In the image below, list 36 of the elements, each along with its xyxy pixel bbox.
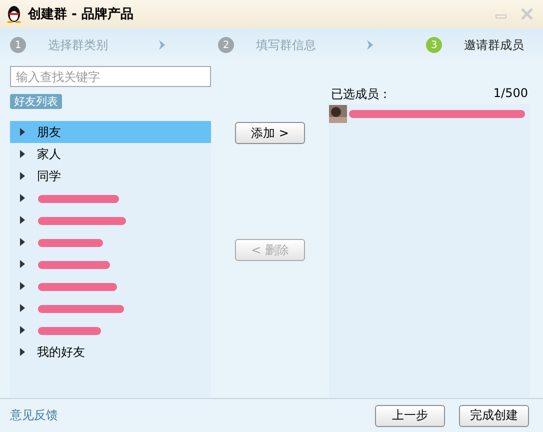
group-label: 我的好友: [37, 344, 85, 360]
step-label: 填写群信息: [256, 36, 316, 54]
arrow-icon: [158, 40, 166, 50]
expand-arrow-icon[interactable]: [20, 216, 25, 224]
expand-arrow-icon[interactable]: [20, 150, 25, 158]
expand-arrow-icon[interactable]: [20, 172, 25, 180]
expand-arrow-icon[interactable]: [20, 326, 25, 334]
window-title: 创建群 - 品牌产品: [28, 6, 134, 23]
selected-members-title: 已选成员：: [331, 86, 391, 103]
expand-arrow-icon[interactable]: [20, 260, 25, 268]
step-number: 3: [426, 37, 442, 53]
expand-arrow-icon[interactable]: [20, 282, 25, 290]
expand-arrow-icon[interactable]: [20, 194, 25, 202]
expand-arrow-icon[interactable]: [20, 238, 25, 246]
group-item[interactable]: 我的好友: [10, 341, 211, 363]
feedback-link[interactable]: 意见反馈: [10, 407, 58, 424]
expand-arrow-icon[interactable]: [20, 128, 25, 136]
step-number: 2: [218, 37, 234, 53]
expand-arrow-icon[interactable]: [20, 348, 25, 356]
group-label: 朋友: [37, 124, 61, 140]
group-item[interactable]: 家人: [10, 143, 211, 165]
group-item[interactable]: 同学: [10, 165, 211, 187]
member-count: 1/500: [493, 86, 528, 102]
group-label: 家人: [37, 146, 61, 162]
group-item[interactable]: 朋友: [10, 121, 211, 143]
arrow-icon: [366, 40, 374, 50]
penguin-icon: [6, 5, 22, 23]
expand-arrow-icon[interactable]: [20, 304, 25, 312]
add-button[interactable]: 添加 >: [235, 122, 305, 144]
search-field[interactable]: 输入查找关键字: [10, 66, 211, 87]
group-label: 同学: [37, 168, 61, 184]
footer-button[interactable]: 上一步: [375, 404, 445, 426]
step-label: 邀请群成员: [464, 36, 524, 54]
step-number: 1: [10, 37, 26, 53]
footer-button[interactable]: 完成创建: [459, 404, 529, 426]
step-label: 选择群类别: [48, 36, 108, 54]
